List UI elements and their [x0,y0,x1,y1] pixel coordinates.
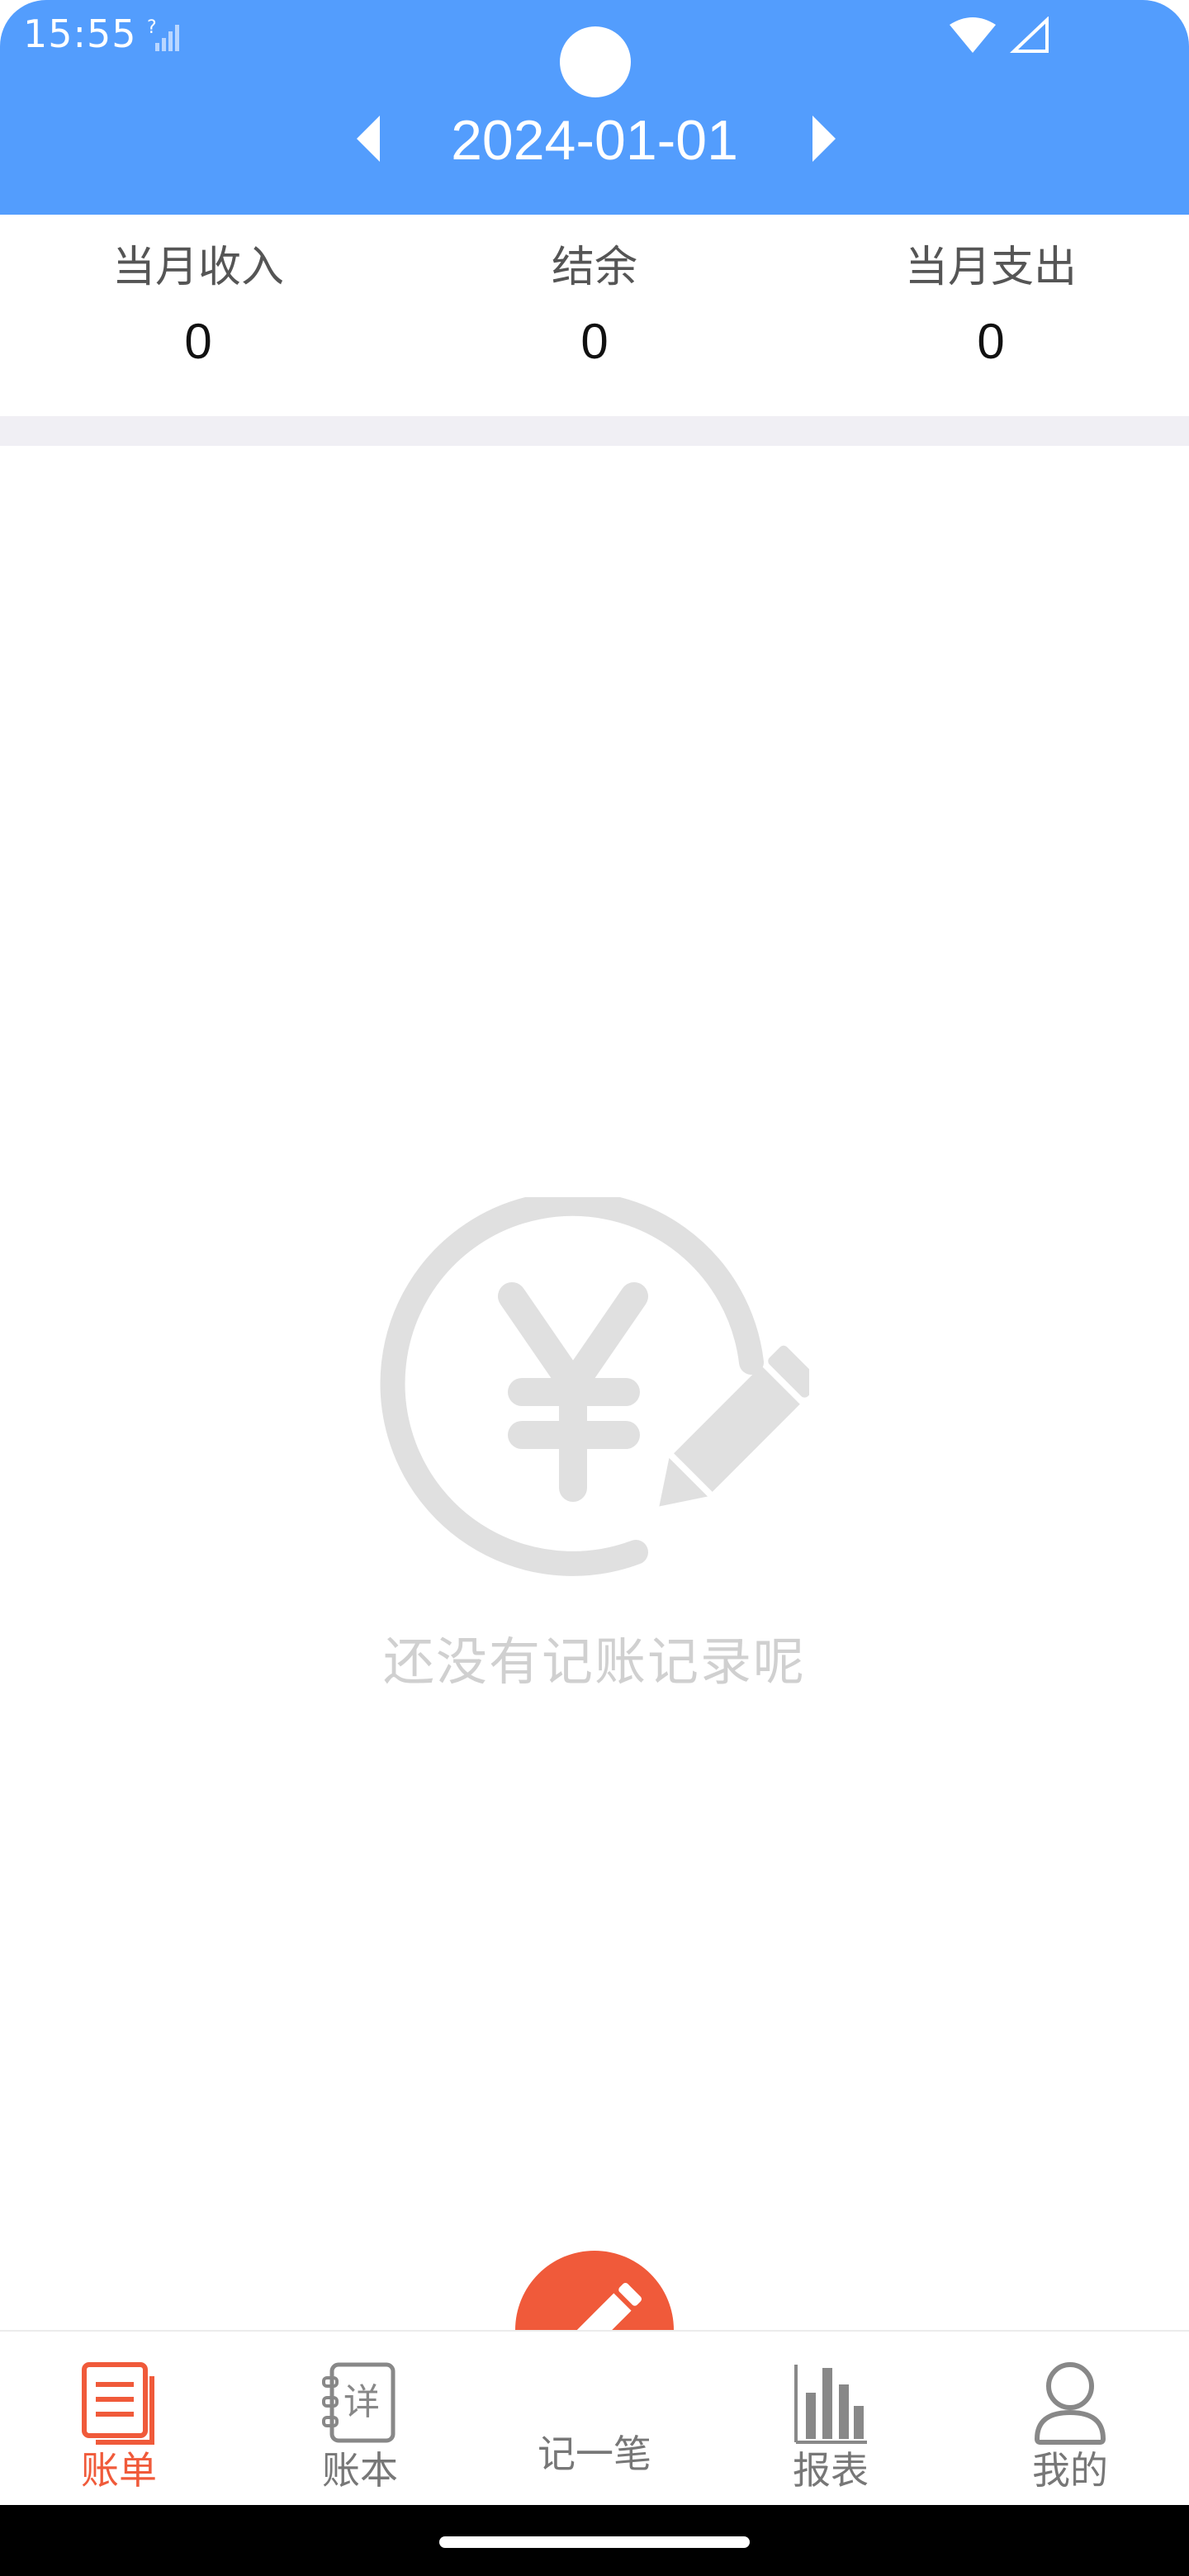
bar-chart-icon [794,2365,867,2444]
empty-message: 还没有记账记录呢 [382,1631,806,1692]
cell-signal-icon [1009,17,1049,53]
app-screen: 15:55 ? 2024-01-01 当月收入 0 结余 0 当月支出 0 还没… [0,0,1189,2576]
wifi-icon [950,17,996,53]
nav-item-bill[interactable]: 账单 [36,2340,201,2505]
balance-summary: 结余 0 [396,238,793,375]
expense-summary: 当月支出 0 [793,238,1189,375]
nav-item-mine[interactable]: 我的 [988,2340,1153,2505]
section-divider [0,416,1189,446]
date-navigator: 2024-01-01 [0,99,1189,182]
signal-unknown-icon: ? [147,18,179,51]
nav-item-ledger[interactable]: 详 账本 [277,2340,443,2505]
nav-label-mine: 我的 [1032,2448,1108,2493]
user-icon [1034,2362,1106,2445]
balance-label: 结余 [551,243,637,292]
nav-label-bill: 账单 [81,2448,157,2493]
income-label: 当月收入 [111,243,284,292]
bottom-nav: 账单 详 账本 报表 我的 [0,2330,1189,2507]
nav-item-report[interactable]: 报表 [748,2340,913,2505]
caret-left-icon[interactable] [353,112,383,165]
income-value: 0 [184,314,212,369]
income-summary: 当月收入 0 [0,238,396,375]
camera-cutout [560,26,631,97]
bill-icon [82,2362,154,2445]
monthly-summary: 当月收入 0 结余 0 当月支出 0 [0,215,1189,416]
status-time: 15:55 [23,12,137,56]
nav-label-ledger: 账本 [322,2448,398,2493]
current-date[interactable]: 2024-01-01 [388,99,801,182]
status-icons [950,17,1049,53]
expense-value: 0 [977,314,1005,369]
header: 15:55 ? 2024-01-01 [0,0,1189,215]
svg-text:详: 详 [343,2381,380,2423]
system-nav-bar [0,2505,1189,2576]
nav-label-add-record[interactable]: 记一笔 [471,2424,718,2479]
caret-right-icon[interactable] [809,112,839,165]
balance-value: 0 [580,314,609,369]
svg-text:?: ? [147,18,157,38]
ledger-icon: 详 [322,2362,396,2443]
home-indicator[interactable] [439,2536,750,2548]
expense-label: 当月支出 [904,243,1077,292]
nav-label-report: 报表 [793,2448,869,2493]
yen-pencil-icon [380,1197,809,1576]
